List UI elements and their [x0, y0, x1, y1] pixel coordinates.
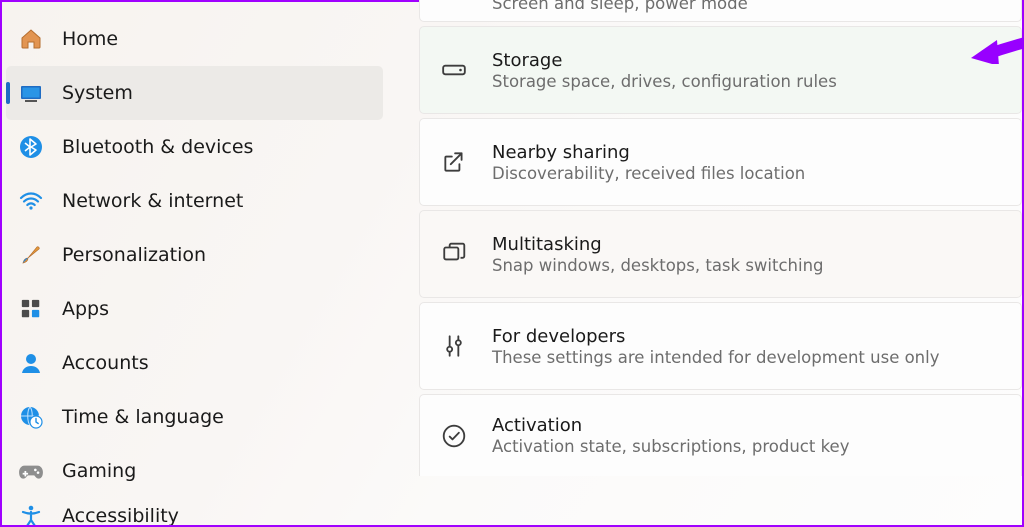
sidebar-item-label: Gaming [62, 460, 136, 482]
person-icon [18, 350, 44, 376]
bluetooth-icon [18, 134, 44, 160]
settings-tile-power[interactable]: Screen and sleep, power mode [419, 0, 1022, 22]
sidebar-item-label: Bluetooth & devices [62, 136, 253, 158]
sidebar-item-label: Apps [62, 298, 109, 320]
sidebar-item-label: System [62, 82, 133, 104]
settings-sidebar: Home System Bluetooth & devices [2, 2, 389, 525]
developer-icon [440, 332, 468, 360]
sidebar-item-label: Personalization [62, 244, 206, 266]
tile-subtitle: Discoverability, received files location [492, 164, 805, 183]
tile-subtitle: Screen and sleep, power mode [492, 0, 748, 13]
checkmark-circle-icon [440, 422, 468, 450]
sidebar-item-apps[interactable]: Apps [6, 282, 383, 336]
tile-subtitle: Activation state, subscriptions, product… [492, 437, 849, 456]
gamepad-icon [18, 458, 44, 484]
tile-title: Nearby sharing [492, 142, 805, 163]
globe-clock-icon [18, 404, 44, 430]
apps-icon [18, 296, 44, 322]
sidebar-item-network[interactable]: Network & internet [6, 174, 383, 228]
power-icon [440, 0, 468, 28]
accessibility-icon [18, 503, 44, 525]
tile-title: Activation [492, 415, 849, 436]
settings-tile-multitasking[interactable]: Multitasking Snap windows, desktops, tas… [419, 210, 1022, 298]
storage-icon [440, 56, 468, 84]
sidebar-item-home[interactable]: Home [6, 12, 383, 66]
sidebar-item-accessibility[interactable]: Accessibility [6, 498, 383, 525]
sidebar-item-system[interactable]: System [6, 66, 383, 120]
tile-title: Storage [492, 50, 837, 71]
sidebar-item-gaming[interactable]: Gaming [6, 444, 383, 498]
system-settings-list: Screen and sleep, power mode Storage Sto… [389, 2, 1022, 525]
sidebar-item-personalization[interactable]: Personalization [6, 228, 383, 282]
settings-tile-activation[interactable]: Activation Activation state, subscriptio… [419, 394, 1022, 476]
tile-subtitle: Storage space, drives, configuration rul… [492, 72, 837, 91]
paintbrush-icon [18, 242, 44, 268]
tile-title: Multitasking [492, 234, 824, 255]
share-icon [440, 148, 468, 176]
system-icon [18, 80, 44, 106]
tile-title: For developers [492, 326, 940, 347]
wifi-icon [18, 188, 44, 214]
sidebar-item-label: Network & internet [62, 190, 243, 212]
sidebar-item-bluetooth[interactable]: Bluetooth & devices [6, 120, 383, 174]
sidebar-item-label: Time & language [62, 406, 224, 428]
settings-tile-storage[interactable]: Storage Storage space, drives, configura… [419, 26, 1022, 114]
sidebar-item-label: Home [62, 28, 118, 50]
sidebar-item-label: Accounts [62, 352, 149, 374]
sidebar-item-time-language[interactable]: Time & language [6, 390, 383, 444]
home-icon [18, 26, 44, 52]
sidebar-item-accounts[interactable]: Accounts [6, 336, 383, 390]
tile-subtitle: Snap windows, desktops, task switching [492, 256, 824, 275]
settings-tile-developers[interactable]: For developers These settings are intend… [419, 302, 1022, 390]
multitasking-icon [440, 240, 468, 268]
settings-tile-nearby-sharing[interactable]: Nearby sharing Discoverability, received… [419, 118, 1022, 206]
sidebar-item-label: Accessibility [62, 505, 179, 525]
tile-subtitle: These settings are intended for developm… [492, 348, 940, 367]
